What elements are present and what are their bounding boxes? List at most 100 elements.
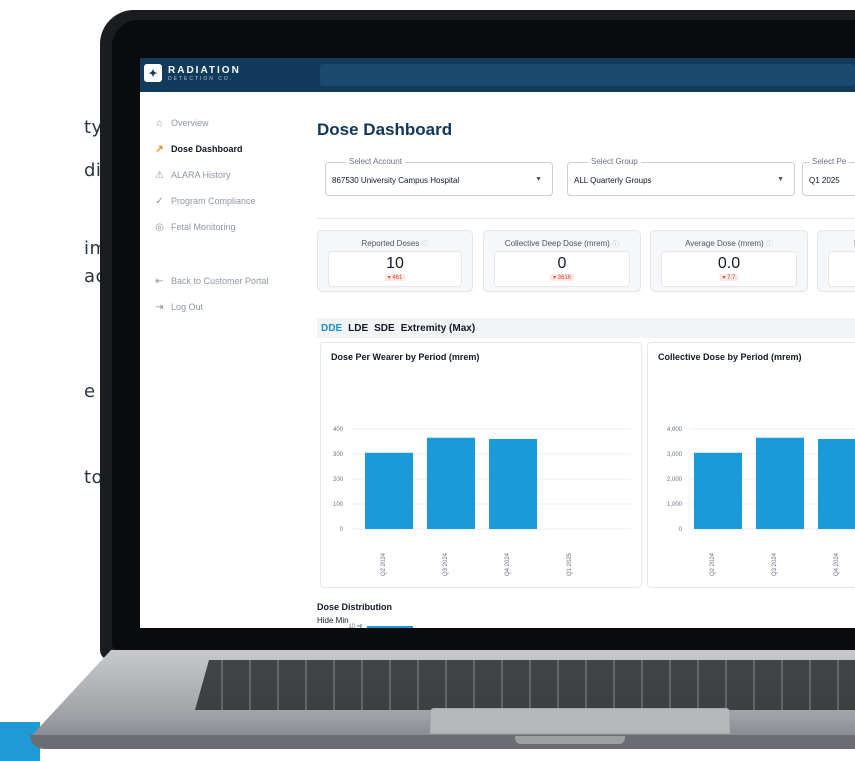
fetal-icon: ◎ — [155, 221, 164, 233]
bar — [489, 439, 537, 529]
logo-name: RADIATION — [168, 64, 241, 76]
sidebar-item-label: Back to Customer Portal — [171, 276, 269, 286]
back-arrow-icon: ⇤ — [155, 275, 164, 287]
sidebar-item-program-compliance[interactable]: ✓ Program Compliance — [154, 194, 256, 208]
y-tick-label: 200 — [333, 477, 344, 483]
period-select-label: Select Pe — [809, 157, 850, 166]
shield-logo-icon: ✦ — [144, 64, 162, 82]
dose-per-wearer-chart: 400 300 200 100 0 Q2 2024 Q3 2024 Q4 2024 Q1 202… — [333, 427, 631, 576]
logout-icon: ⇥ — [155, 301, 164, 313]
group-select[interactable]: Select Group ALL Quarterly Groups ▼ — [567, 157, 795, 196]
bar — [365, 452, 413, 529]
marketing-scene: ty dit imize acking, e to ✦ RADIATION DE… — [0, 0, 855, 761]
y-tick-label: 0 — [679, 527, 683, 533]
x-tick-label: Q3 2024 — [772, 552, 778, 576]
account-select-label: Select Account — [346, 157, 405, 166]
sidebar-item-label: Log Out — [171, 302, 204, 312]
bar — [367, 626, 413, 628]
y-tick-label: 0 — [340, 527, 344, 533]
period-select[interactable]: Select Pe Q1 2025 — [802, 157, 855, 196]
account-select-value: 867530 University Campus Hospital — [332, 176, 460, 185]
info-icon[interactable]: ⓘ — [612, 241, 619, 248]
kpi-reported-doses: Reported Doses ⓘ 10 ▾ 461 — [317, 230, 473, 292]
logo-subtitle: DETECTION CO. — [168, 75, 234, 82]
tab-lde[interactable]: LDE — [348, 323, 368, 334]
x-tick-label: Q2 2024 — [710, 552, 716, 576]
copy-fragment: e — [84, 381, 96, 402]
laptop-base-edge — [30, 735, 855, 749]
tab-sde[interactable]: SDE — [374, 323, 395, 334]
kpi-collective-deep-dose: Collective Deep Dose (mrem) ⓘ 0 ▾ 3616 — [483, 230, 641, 292]
kpi-value: 0 — [557, 255, 567, 272]
sidebar-item-label: Fetal Monitoring — [171, 222, 236, 232]
kpi-delta: ▾ 461 — [384, 274, 406, 281]
tab-extremity[interactable]: Extremity (Max) — [401, 323, 475, 334]
sidebar-item-label: Dose Dashboard — [171, 144, 243, 154]
kpi-delta: ▾ 7.7 — [719, 274, 739, 281]
kpi-label: Collective Deep Dose (mrem) ⓘ — [504, 239, 620, 248]
account-select[interactable]: Select Account 867530 University Campus … — [325, 157, 553, 196]
app-screen: ✦ RADIATION DETECTION CO. ⌂ Overview ↗ D… — [140, 58, 855, 628]
sidebar-item-back-to-portal[interactable]: ⇤ Back to Customer Portal — [154, 274, 269, 288]
sidebar-item-label: Program Compliance — [171, 196, 256, 206]
check-circle-icon: ✓ — [155, 195, 164, 207]
page-title: Dose Dashboard — [317, 120, 453, 139]
trend-chart-icon: ↗ — [155, 143, 164, 155]
y-tick-label: 400 — [333, 427, 344, 433]
x-tick-label: Q4 2024 — [834, 552, 840, 576]
kpi-label: Reported Doses ⓘ — [361, 239, 429, 248]
x-tick-label: Q2 2024 — [381, 552, 387, 576]
bar — [818, 439, 855, 529]
dose-type-tabs: DDE LDE SDE Extremity (Max) — [317, 318, 855, 338]
sidebar-item-overview[interactable]: ⌂ Overview — [154, 116, 209, 130]
y-tick-label: 100 — [333, 502, 344, 508]
kpi-value: 10 — [386, 255, 404, 272]
sidebar-item-label: Overview — [171, 118, 209, 128]
x-tick-label: Q3 2024 — [443, 552, 449, 576]
bar — [756, 437, 804, 529]
collective-dose-chart: 4,000 3,000 2,000 1,000 0 Q2 2024 Q3 2024 Q4 20… — [667, 427, 855, 576]
y-tick-label: 2,000 — [667, 477, 683, 483]
info-icon[interactable]: ⓘ — [422, 241, 429, 248]
sidebar: ⌂ Overview ↗ Dose Dashboard ⚠ ALARA Hist… — [140, 92, 305, 628]
sidebar-item-label: ALARA History — [171, 170, 231, 180]
period-select-value: Q1 2025 — [809, 176, 840, 185]
main-content: Dose Dashboard Select Account 867530 Uni… — [305, 92, 855, 628]
laptop-keyboard — [195, 660, 855, 710]
top-bar: ✦ RADIATION DETECTION CO. — [140, 58, 855, 92]
section-title: Dose Distribution — [317, 602, 393, 612]
kpi-value-box: 10 ▾ 461 — [328, 251, 462, 287]
filter-divider — [317, 218, 855, 219]
collective-dose-card: Collective Dose by Period (mrem) 4,000 3,… — [647, 342, 855, 588]
kpi-label: Average Dose (mrem) ⓘ — [685, 239, 773, 248]
group-select-label: Select Group — [588, 157, 641, 166]
kpi-cropped: M — [817, 230, 855, 292]
top-bar-field[interactable] — [320, 64, 855, 86]
y-tick-label: 300 — [333, 452, 344, 458]
y-tick-label: 10 — [348, 624, 355, 628]
info-icon[interactable]: ⓘ — [766, 241, 773, 248]
chevron-down-icon: ▼ — [535, 176, 542, 183]
laptop-trackpad — [430, 708, 730, 734]
group-select-value: ALL Quarterly Groups — [574, 176, 652, 185]
sidebar-item-dose-dashboard[interactable]: ↗ Dose Dashboard — [154, 142, 243, 156]
dose-per-wearer-card: Dose Per Wearer by Period (mrem) 400 300 2… — [320, 342, 642, 588]
brand-logo[interactable]: ✦ RADIATION DETECTION CO. — [144, 64, 241, 82]
kpi-value-box — [828, 251, 855, 287]
dose-distribution-chart: 10 — [348, 624, 413, 628]
tab-dde[interactable]: DDE — [321, 323, 342, 334]
kpi-delta: ▾ 3616 — [549, 274, 575, 281]
home-icon: ⌂ — [156, 117, 163, 129]
bar — [427, 437, 475, 529]
sidebar-item-fetal-monitoring[interactable]: ◎ Fetal Monitoring — [154, 220, 236, 234]
sidebar-item-log-out[interactable]: ⇥ Log Out — [154, 300, 203, 314]
x-tick-label: Q4 2024 — [505, 552, 511, 576]
y-tick-label: 1,000 — [667, 502, 683, 508]
warning-icon: ⚠ — [155, 169, 164, 181]
sidebar-item-alara-history[interactable]: ⚠ ALARA History — [154, 168, 231, 182]
logo-wordmark: RADIATION DETECTION CO. — [168, 65, 241, 82]
chevron-down-icon: ▼ — [777, 176, 784, 183]
laptop-opening-notch — [515, 736, 625, 744]
bar — [694, 452, 742, 529]
kpi-average-dose: Average Dose (mrem) ⓘ 0.0 ▾ 7.7 — [650, 230, 808, 292]
